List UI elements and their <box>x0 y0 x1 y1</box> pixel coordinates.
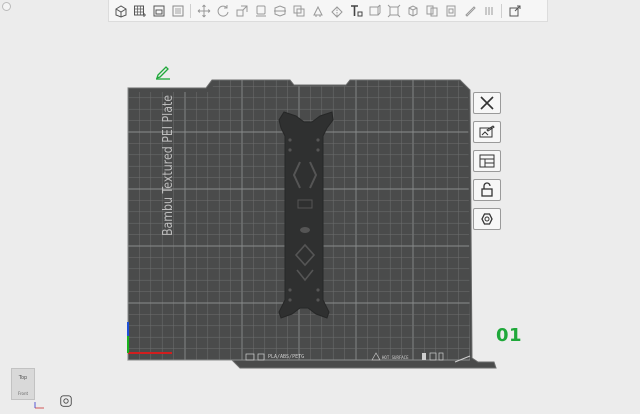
delete-plate-button[interactable] <box>473 92 501 114</box>
3d-viewport[interactable]: Bambu Textured PEI Plate PLA/ABS/PETG HO… <box>0 0 640 414</box>
camera-icon <box>60 395 72 407</box>
build-plate[interactable] <box>0 0 640 414</box>
camera-reset-button[interactable] <box>58 393 74 409</box>
bed-hot-surface-label: HOT SURFACE <box>382 355 409 360</box>
view-cube-top-face[interactable]: Top <box>12 375 34 381</box>
arrange-plate-button[interactable] <box>473 150 501 172</box>
arrange-icon <box>479 154 495 168</box>
close-icon <box>480 96 494 110</box>
plate-tools <box>473 92 505 237</box>
view-cube[interactable]: Top Front <box>11 368 35 400</box>
lock-plate-button[interactable] <box>473 179 501 201</box>
slice-plate-button[interactable] <box>473 208 501 230</box>
plate-settings-button[interactable] <box>473 121 501 143</box>
lock-icon <box>481 182 493 197</box>
view-cube-front-face[interactable]: Front <box>12 391 34 396</box>
hexagon-icon <box>481 213 493 225</box>
bed-type-label: Bambu Textured PEI Plate <box>160 94 176 236</box>
plate-number-label[interactable]: 01 <box>496 325 522 346</box>
bed-filament-label: PLA/ABS/PETG <box>268 354 305 360</box>
image-edit-icon <box>479 125 495 138</box>
mini-axis-icon <box>34 402 44 409</box>
